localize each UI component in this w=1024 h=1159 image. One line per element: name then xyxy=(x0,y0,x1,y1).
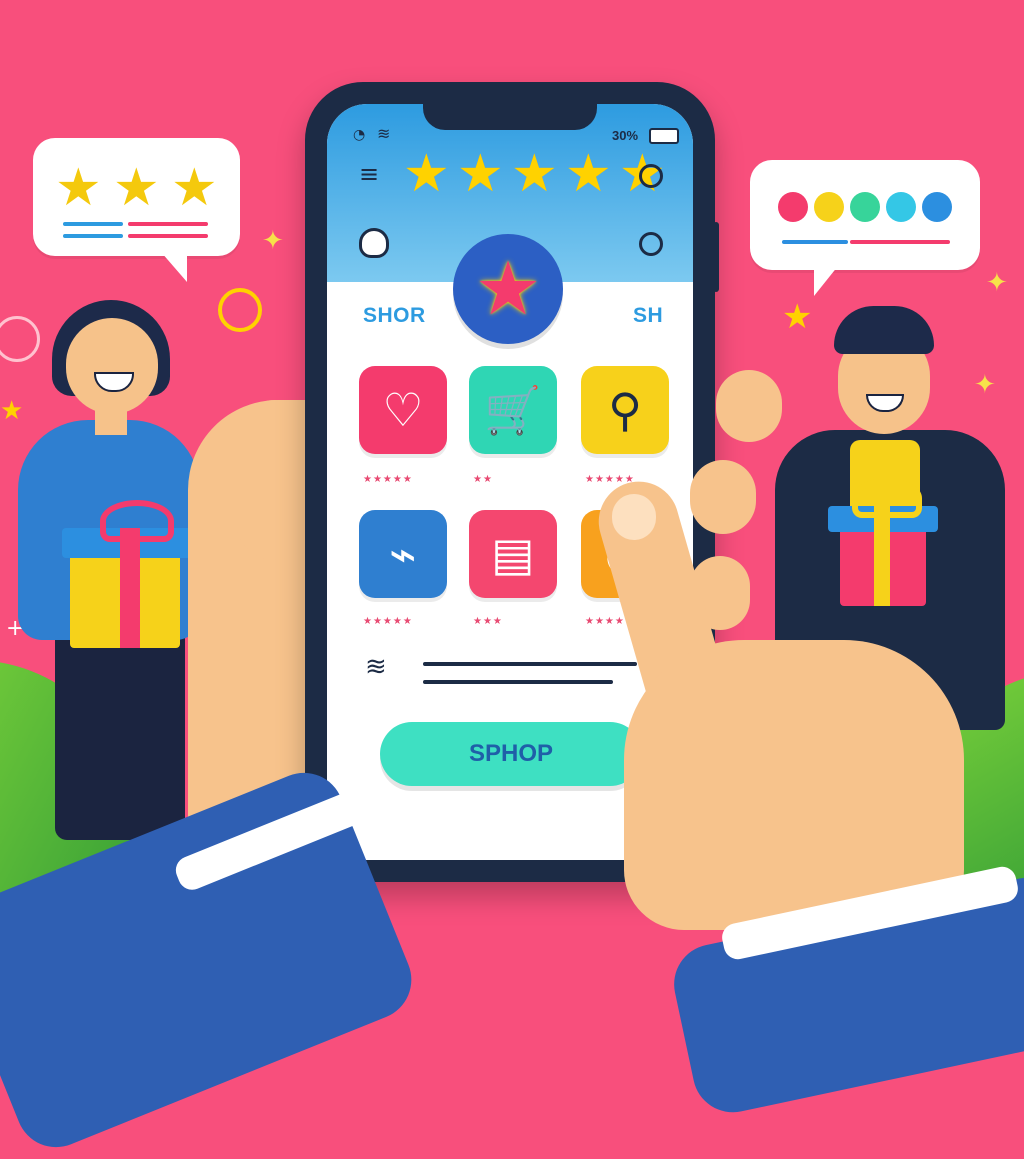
phone-notch xyxy=(423,104,597,130)
sparkle-icon: ✦ xyxy=(262,226,284,256)
basket-icon: ▤ xyxy=(491,527,535,581)
color-dot xyxy=(886,192,916,222)
gift-bow-right xyxy=(852,478,922,518)
gift-bow-left xyxy=(100,500,174,542)
bubble-line xyxy=(128,222,208,226)
star-icon: ★ xyxy=(113,158,160,218)
wifi-icon: ≋ xyxy=(365,652,387,682)
tag-icon: ⌁ xyxy=(389,527,417,581)
signal-icon: ◔ xyxy=(353,127,366,143)
knuckle xyxy=(716,370,782,442)
color-dot xyxy=(778,192,808,222)
color-dot xyxy=(850,192,880,222)
bubble-tail xyxy=(161,252,187,282)
star-icon: ★ xyxy=(55,158,102,218)
star-icon: ★ xyxy=(171,158,218,218)
bubble-line xyxy=(850,240,950,244)
tile-rating: ★★ xyxy=(473,474,493,485)
bubble-tail xyxy=(814,266,838,296)
tile-rating: ★★★★★ xyxy=(363,474,413,485)
gift-ribbon-left xyxy=(120,528,140,648)
knuckle xyxy=(690,460,756,534)
section-label-left: SHOR xyxy=(363,304,426,327)
category-tile-favorites[interactable]: ♡ xyxy=(359,366,447,454)
star-icon: ★ xyxy=(474,246,542,332)
wifi-icon: ≋ xyxy=(377,124,391,143)
bubble-line xyxy=(782,240,848,244)
fingernail xyxy=(612,494,656,540)
star-icon: ★ xyxy=(403,144,450,204)
sparkle-icon: ✦ xyxy=(986,268,1008,298)
profile-icon[interactable] xyxy=(359,228,389,258)
category-tile-location[interactable]: ⚲ xyxy=(581,366,669,454)
sparkle-icon: ✦ xyxy=(974,370,996,400)
gift-ribbon-right xyxy=(874,506,890,606)
list-line xyxy=(423,662,637,666)
category-tile-cart[interactable]: 🛒 xyxy=(469,366,557,454)
star-icon: ★ xyxy=(565,144,612,204)
tile-rating: ★★★★★ xyxy=(363,616,413,627)
shop-button[interactable]: SPHOP xyxy=(380,722,642,786)
ring-icon xyxy=(218,288,262,332)
heart-icon: ♡ xyxy=(382,383,424,437)
bubble-line xyxy=(63,234,123,238)
battery-icon xyxy=(649,128,679,144)
star-icon: ★ xyxy=(457,144,504,204)
search-icon[interactable] xyxy=(639,164,663,188)
list-line xyxy=(423,680,613,684)
section-label-right: SH xyxy=(633,304,664,327)
color-dot xyxy=(922,192,952,222)
sparkle-icon: ★ xyxy=(782,297,813,337)
rating-speech-bubble: ★ ★ ★ xyxy=(33,138,240,282)
battery-level: 30% xyxy=(612,128,639,143)
color-dot xyxy=(814,192,844,222)
star-icon: ★ xyxy=(511,144,558,204)
search-icon[interactable] xyxy=(639,232,663,256)
woman-face xyxy=(66,318,158,414)
menu-icon[interactable]: ≡ xyxy=(359,162,379,186)
map-pin-icon: ⚲ xyxy=(608,383,642,437)
cart-icon: 🛒 xyxy=(484,383,542,437)
color-speech-bubble xyxy=(750,160,980,296)
category-tile-basket[interactable]: ▤ xyxy=(469,510,557,598)
sparkle-icon: ★ xyxy=(0,396,24,426)
side-button xyxy=(713,222,719,292)
category-tile-tags[interactable]: ⌁ xyxy=(359,510,447,598)
woman-legs xyxy=(55,620,185,840)
featured-badge[interactable]: ★ xyxy=(453,234,563,344)
holding-thumb xyxy=(236,400,314,560)
tile-rating: ★★★ xyxy=(473,616,503,627)
bubble-line xyxy=(128,234,208,238)
bubble-line xyxy=(63,222,123,226)
